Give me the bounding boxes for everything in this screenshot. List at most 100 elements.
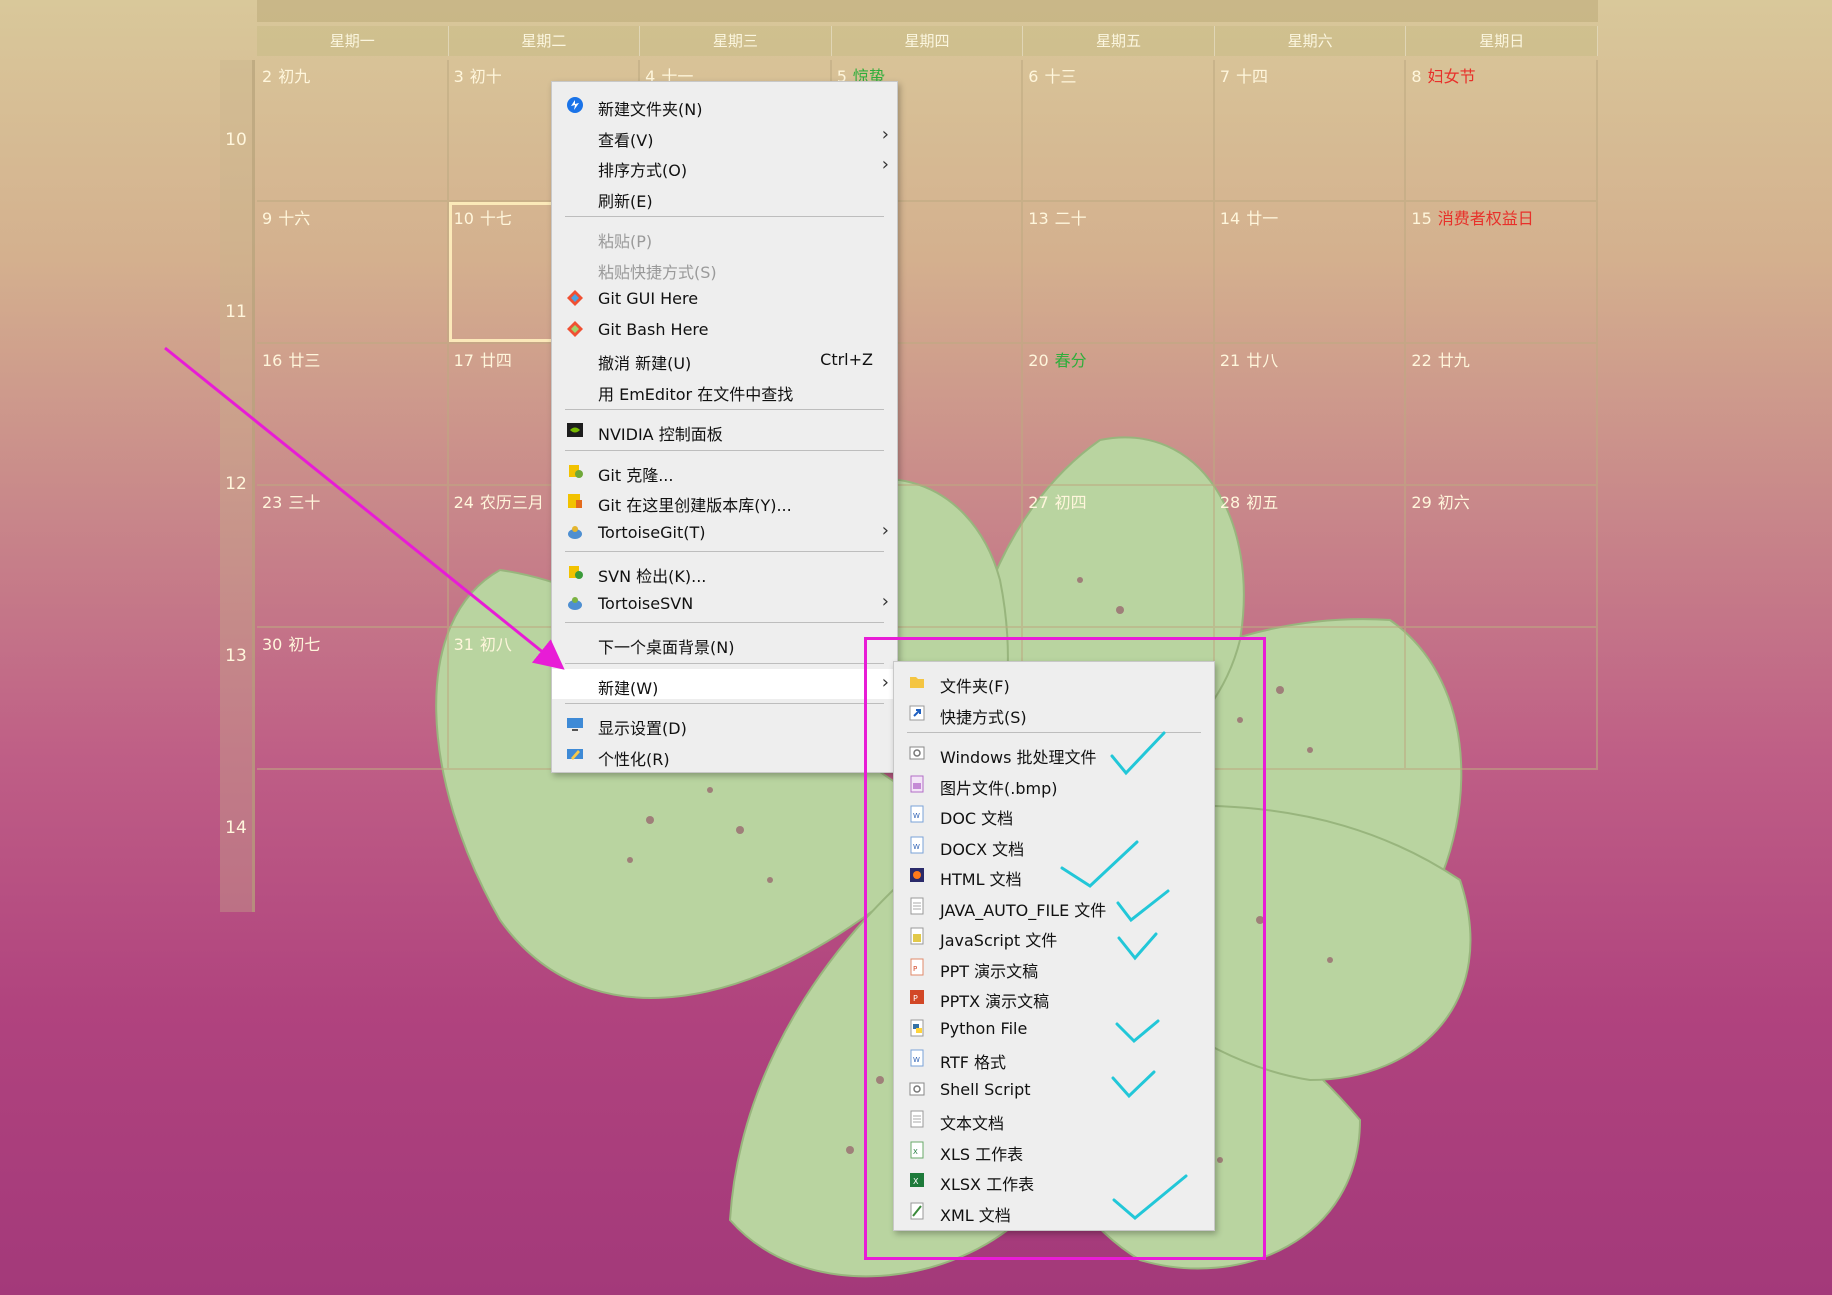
- calendar-day-cell[interactable]: 8 妇女节: [1406, 60, 1598, 202]
- day-label: 17 廿四: [454, 347, 512, 371]
- git-create-repo-icon: [568, 494, 582, 508]
- menu-separator: [565, 703, 884, 704]
- day-label: 9 十六: [262, 205, 310, 229]
- calendar-day-cell[interactable]: 21 廿八: [1214, 344, 1407, 486]
- menu-separator: [565, 622, 884, 623]
- lunar-date: 消费者权益日: [1437, 209, 1534, 228]
- lunar-date: 三十: [288, 493, 321, 512]
- menu-item[interactable]: 查看(V) ›: [552, 121, 897, 151]
- day-number: 8: [1411, 67, 1422, 86]
- personalize-icon: [567, 748, 583, 760]
- day-label: 22 廿九: [1411, 347, 1469, 371]
- calendar-weekday-header: 星期一 星期二 星期三 星期四 星期五 星期六 星期日: [257, 26, 1598, 56]
- lunar-date: 廿三: [288, 351, 321, 370]
- calendar-day-cell[interactable]: 23 三十: [257, 486, 449, 628]
- day-number: 31: [453, 635, 474, 654]
- calendar-day-cell[interactable]: 9 十六: [257, 202, 449, 344]
- lunar-date: 十六: [278, 209, 311, 228]
- lunar-date: 廿九: [1437, 351, 1470, 370]
- calendar-title-bar: [257, 0, 1598, 22]
- menu-item[interactable]: Git 克隆...: [552, 456, 897, 486]
- calendar-day-cell[interactable]: 15 消费者权益日: [1406, 202, 1598, 344]
- day-label: [1411, 631, 1417, 650]
- menu-item[interactable]: 下一个桌面背景(N): [552, 628, 897, 658]
- menu-item-label: 新建文件夹(N): [598, 100, 703, 119]
- menu-item[interactable]: 新建文件夹(N): [552, 90, 897, 120]
- menu-item-label: TortoiseGit(T): [598, 522, 706, 542]
- calendar-day-cell[interactable]: 28 初五: [1214, 486, 1407, 628]
- day-number: 6: [1028, 67, 1039, 86]
- calendar-day-cell[interactable]: 2 初九: [257, 60, 449, 202]
- calendar-day-cell[interactable]: 30 初七: [257, 628, 449, 770]
- menu-item[interactable]: TortoiseSVN ›: [552, 588, 897, 618]
- calendar-day-cell[interactable]: 22 廿九: [1406, 344, 1598, 486]
- menu-item[interactable]: TortoiseGit(T) ›: [552, 517, 897, 547]
- calendar-day-cell[interactable]: [449, 770, 641, 912]
- display-settings-icon: [567, 718, 583, 731]
- git-gui-icon: [567, 290, 583, 306]
- lunar-date: 廿八: [1246, 351, 1279, 370]
- lunar-date: 初九: [278, 67, 311, 86]
- calendar-day-cell[interactable]: 20 春分: [1023, 344, 1215, 486]
- lunar-date: 初四: [1054, 493, 1087, 512]
- menu-item[interactable]: SVN 检出(K)...: [552, 557, 897, 587]
- calendar-day-cell[interactable]: 13 二十: [1023, 202, 1215, 344]
- chevron-right-icon: ›: [881, 123, 889, 145]
- menu-item-label: 显示设置(D): [598, 719, 687, 738]
- calendar-day-cell[interactable]: [257, 770, 449, 912]
- day-label: 3 初十: [454, 63, 502, 87]
- menu-item: 粘贴快捷方式(S): [552, 253, 897, 283]
- menu-item[interactable]: 排序方式(O) ›: [552, 151, 897, 181]
- chevron-right-icon: ›: [881, 154, 889, 175]
- lunar-date: 妇女节: [1427, 67, 1476, 86]
- week-number: 10: [225, 130, 247, 150]
- lunar-date: 春分: [1054, 351, 1087, 370]
- calendar-day-cell[interactable]: [1406, 770, 1598, 912]
- menu-separator: [565, 662, 884, 664]
- menu-item[interactable]: Git 在这里创建版本库(Y)...: [552, 486, 897, 516]
- day-label: 24 农历三月: [454, 489, 544, 513]
- menu-separator: [565, 449, 884, 451]
- day-number: 17: [453, 351, 474, 370]
- menu-item[interactable]: 个性化(R): [552, 740, 897, 770]
- weekday-label: 星期日: [1406, 26, 1598, 56]
- calendar-day-cell[interactable]: 27 初四: [1023, 486, 1215, 628]
- menu-item-label: Git GUI Here: [598, 289, 699, 308]
- week-number-column: 10 11 12 13 14: [220, 60, 255, 912]
- calendar-day-cell[interactable]: 29 初六: [1406, 486, 1598, 628]
- calendar-day-cell[interactable]: [640, 770, 832, 912]
- week-number: 14: [225, 818, 247, 838]
- calendar-day-cell[interactable]: 7 十四: [1214, 60, 1407, 202]
- menu-item-label: NVIDIA 控制面板: [598, 425, 723, 444]
- menu-item[interactable]: 用 EmEditor 在文件中查找: [552, 375, 897, 405]
- menu-item[interactable]: 显示设置(D): [552, 709, 897, 739]
- menu-item-label: 刷新(E): [598, 191, 653, 211]
- day-label: 15 消费者权益日: [1411, 205, 1533, 229]
- day-label: 28 初五: [1220, 489, 1278, 513]
- calendar-day-cell[interactable]: 14 廿一: [1214, 202, 1407, 344]
- menu-item[interactable]: Git GUI Here: [552, 283, 897, 313]
- lunar-date: 初八: [479, 635, 512, 654]
- menu-item[interactable]: 刷新(E): [552, 182, 897, 212]
- menu-item[interactable]: 撤消 新建(U) Ctrl+Z: [552, 344, 897, 374]
- day-label: 29 初六: [1411, 489, 1469, 513]
- lunar-date: 初六: [1437, 493, 1470, 512]
- weekday-label: 星期六: [1215, 26, 1407, 56]
- lunar-date: 十三: [1044, 67, 1077, 86]
- menu-item[interactable]: Git Bash Here: [552, 314, 897, 344]
- lunar-date: 农历三月: [479, 493, 544, 512]
- calendar-day-cell[interactable]: 6 十三: [1023, 60, 1215, 202]
- new-folder-icon: [567, 97, 583, 113]
- day-number: 30: [262, 635, 283, 654]
- week-number: 11: [225, 302, 247, 322]
- weekday-label: 星期二: [449, 26, 641, 56]
- menu-item[interactable]: NVIDIA 控制面板: [552, 415, 897, 445]
- menu-item-label: 用 EmEditor 在文件中查找: [598, 384, 794, 404]
- calendar-day-cell[interactable]: [1406, 628, 1598, 770]
- menu-item[interactable]: 新建(W) ›: [552, 668, 897, 699]
- day-label: 2 初九: [262, 63, 310, 87]
- chevron-right-icon: ›: [881, 519, 889, 541]
- git-clone-icon: [569, 464, 583, 478]
- day-label: 14 廿一: [1220, 205, 1278, 229]
- calendar-day-cell[interactable]: 16 廿三: [257, 344, 449, 486]
